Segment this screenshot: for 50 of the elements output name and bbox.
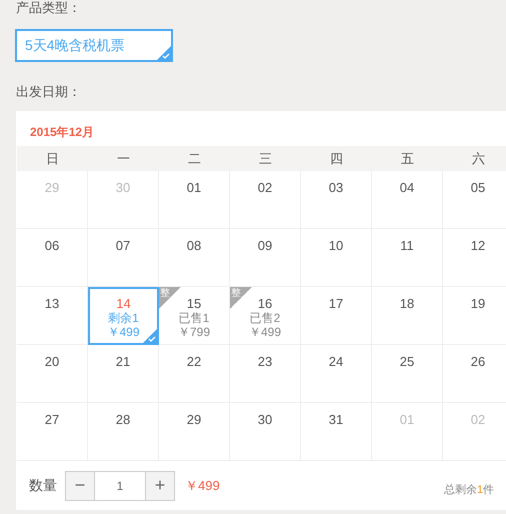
day-cell[interactable]: 22: [159, 345, 230, 403]
day-cell[interactable]: 03: [301, 171, 372, 229]
minus-button[interactable]: −: [65, 470, 95, 500]
total-price: ￥499: [185, 476, 220, 494]
day-cell[interactable]: 27: [17, 403, 88, 461]
weekday-header: 三: [230, 146, 301, 171]
day-cell[interactable]: 16 已售2 ￥499 整: [230, 287, 301, 345]
section-label: 出发日期：: [15, 84, 82, 100]
day-cell[interactable]: 30: [230, 403, 301, 461]
check-corner-icon: [157, 46, 171, 60]
day-cell[interactable]: 26: [443, 345, 506, 403]
weekday-header: 日: [17, 146, 88, 171]
day-cell[interactable]: 25: [372, 345, 443, 403]
day-cell[interactable]: 21: [88, 345, 159, 403]
weekday-header: 一: [88, 146, 159, 171]
day-cell[interactable]: 07: [88, 229, 159, 287]
check-corner-icon: [143, 329, 157, 343]
quantity-label: 数量: [29, 476, 57, 494]
day-cell[interactable]: 02: [230, 171, 301, 229]
remaining-text: 总剩余1件: [444, 483, 494, 497]
day-cell[interactable]: 11: [372, 229, 443, 287]
day-cell[interactable]: 04: [372, 171, 443, 229]
plus-button[interactable]: +: [145, 470, 175, 500]
section-label: 产品类型：: [15, 0, 82, 16]
weekday-header: 六: [443, 146, 506, 171]
day-cell[interactable]: 18: [372, 287, 443, 345]
day-cell[interactable]: 01: [159, 171, 230, 229]
day-cell[interactable]: 09: [230, 229, 301, 287]
day-cell[interactable]: 13: [17, 287, 88, 345]
day-cell[interactable]: 06: [17, 229, 88, 287]
weekday-header: 二: [159, 146, 230, 171]
weekday-header: 五: [372, 146, 443, 171]
day-cell[interactable]: 08: [159, 229, 230, 287]
day-cell[interactable]: 17: [301, 287, 372, 345]
day-cell[interactable]: 05: [443, 171, 506, 229]
weekday-header: 四: [301, 146, 372, 171]
day-cell[interactable]: 20: [17, 345, 88, 403]
day-cell[interactable]: 12: [443, 229, 506, 287]
day-cell[interactable]: 19: [443, 287, 506, 345]
quantity-field[interactable]: 1: [95, 470, 145, 500]
tag-badge: 整: [230, 287, 252, 309]
tag-badge: 整: [159, 287, 181, 309]
day-cell[interactable]: 24: [301, 345, 372, 403]
day-cell[interactable]: 29: [159, 403, 230, 461]
day-cell[interactable]: 31: [301, 403, 372, 461]
day-cell[interactable]: 23: [230, 345, 301, 403]
day-cell[interactable]: 15 已售1 ￥799 整: [159, 287, 230, 345]
month-title: 2015年12月: [29, 124, 96, 141]
day-cell[interactable]: 10: [301, 229, 372, 287]
day-cell[interactable]: 28: [88, 403, 159, 461]
